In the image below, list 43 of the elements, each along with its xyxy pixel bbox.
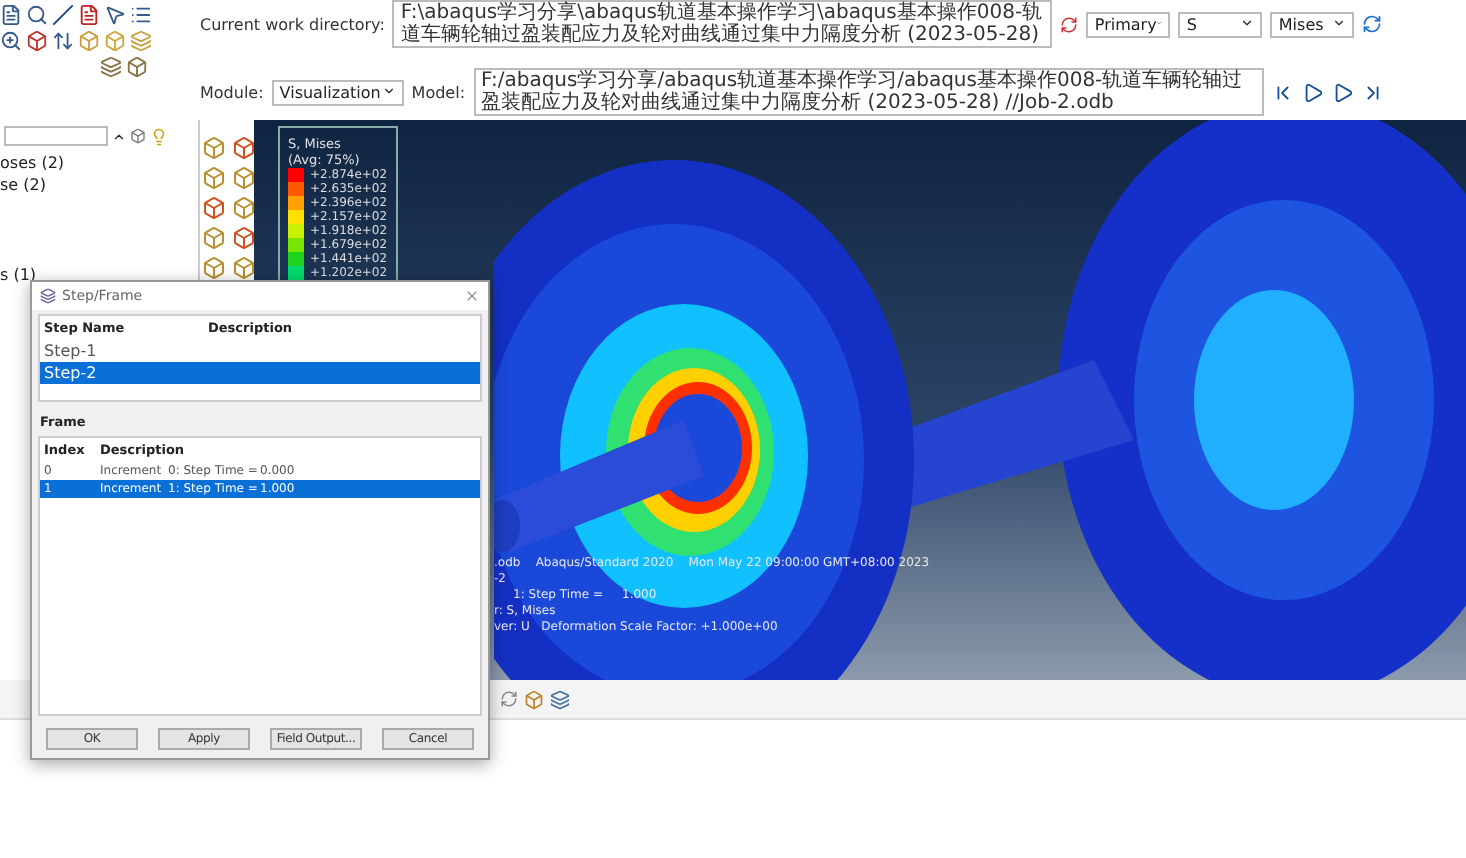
- tool-icon[interactable]: [232, 196, 256, 220]
- cube-icon[interactable]: [126, 56, 148, 78]
- work-directory-label: Current work directory:: [200, 15, 385, 33]
- tool-icon[interactable]: [232, 256, 256, 280]
- play-back-icon[interactable]: [1301, 81, 1324, 103]
- step-row[interactable]: Step-1: [40, 340, 480, 363]
- line-icon[interactable]: [52, 4, 74, 26]
- variable-dropdown[interactable]: S: [1178, 11, 1263, 37]
- tree-item[interactable]: s (1): [0, 264, 198, 286]
- text-icon[interactable]: [78, 4, 100, 26]
- document-icon[interactable]: [0, 4, 22, 26]
- module-label: Module:: [200, 83, 264, 101]
- search-field[interactable]: [4, 126, 108, 146]
- tool-icon[interactable]: [232, 136, 256, 160]
- box-zoom-icon[interactable]: [26, 30, 48, 52]
- module-dropdown[interactable]: Visualization: [271, 79, 404, 105]
- pointer-icon[interactable]: [104, 4, 126, 26]
- box-icon[interactable]: [130, 128, 146, 144]
- list-icon[interactable]: [130, 4, 152, 26]
- model-label: Model:: [411, 83, 466, 101]
- refresh-icon[interactable]: [1362, 14, 1383, 34]
- up-icon[interactable]: [112, 129, 126, 143]
- magnifier-icon[interactable]: [26, 4, 48, 26]
- box-icon[interactable]: [524, 689, 544, 709]
- zoom-icon[interactable]: [0, 30, 22, 52]
- last-frame-icon[interactable]: [1361, 81, 1384, 103]
- model-field[interactable]: F:/abaqus学习分享/abaqus轨道基本操作学习/abaqus基本操作008-轨道车辆轮轴过盈装配应力及轮对曲线通过集中力隔度分析 (2023-05-28) //Job-2.odb: [473, 68, 1264, 116]
- variable-dropdown[interactable]: Primary: [1086, 11, 1171, 37]
- work-directory-field[interactable]: F:\abaqus学习分享\abaqus轨道基本操作学习\abaqus基本操作008-轨道车辆轮轴过盈装配应力及轮对曲线通过集中力隔度分析 (2023-05-28): [392, 0, 1053, 48]
- play-icon[interactable]: [1331, 81, 1354, 103]
- tree-item[interactable]: oses (2): [0, 152, 198, 174]
- dialog-icon: [40, 288, 56, 305]
- primary-icon[interactable]: [1060, 15, 1079, 33]
- close-icon[interactable]: [464, 288, 480, 305]
- tool-icon[interactable]: [232, 226, 256, 250]
- undo-icon[interactable]: [500, 690, 518, 708]
- layers-icon[interactable]: [100, 56, 122, 78]
- tree-item[interactable]: se (2): [0, 174, 198, 196]
- tool-icon[interactable]: [232, 166, 256, 190]
- arrows-icon[interactable]: [52, 30, 74, 52]
- layers-icon[interactable]: [550, 689, 570, 709]
- step-row[interactable]: Step-2: [40, 362, 480, 385]
- variable-dropdown[interactable]: Mises: [1270, 11, 1355, 37]
